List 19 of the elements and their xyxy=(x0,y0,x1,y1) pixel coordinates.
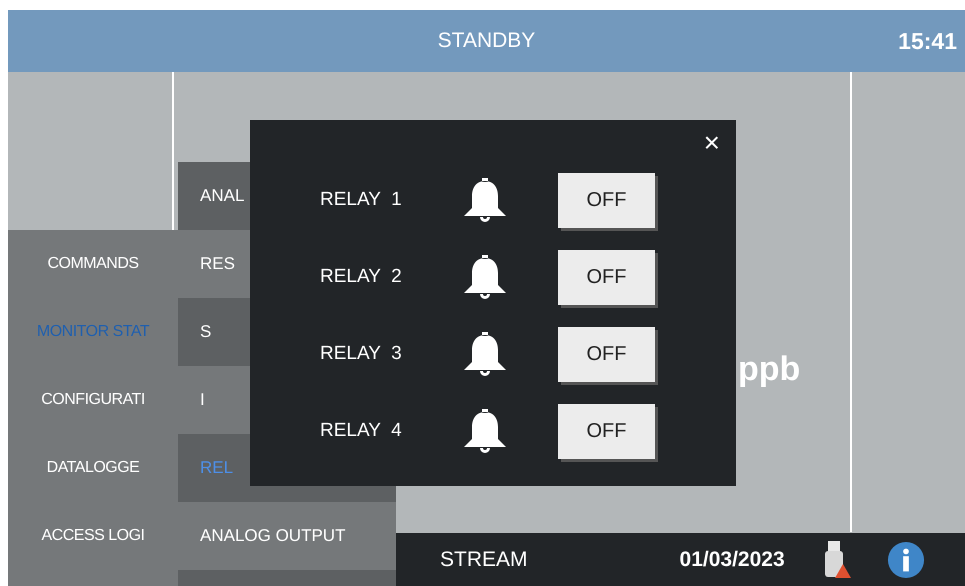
stream-label: STREAM xyxy=(440,548,528,572)
relay-label: RELAY 2 xyxy=(320,266,403,288)
relay-toggle-button[interactable]: OFF xyxy=(558,172,655,228)
relay-label: RELAY 1 xyxy=(320,189,403,211)
relay-toggle-button[interactable]: OFF xyxy=(558,250,655,304)
date-text: 01/03/2023 xyxy=(680,548,785,572)
status-title: STANDBY xyxy=(438,29,536,53)
relay-label: RELAY 3 xyxy=(320,343,403,365)
menu-item[interactable]: CONFIGURATI xyxy=(8,366,178,434)
clock-time: 15:41 xyxy=(898,28,957,54)
unit-label: ppb xyxy=(738,350,800,389)
relay-label: RELAY 4 xyxy=(320,420,403,442)
relay-toggle-button[interactable]: OFF xyxy=(558,404,655,458)
close-button[interactable]: × xyxy=(700,128,724,158)
menu-item[interactable]: DATALOGGE xyxy=(8,434,178,502)
relay-toggle-button[interactable]: OFF xyxy=(558,326,655,382)
menu-item[interactable]: COMMANDS xyxy=(8,230,178,298)
menu-item[interactable]: ACCESS LOGI xyxy=(8,502,178,570)
info-icon[interactable] xyxy=(886,540,925,578)
